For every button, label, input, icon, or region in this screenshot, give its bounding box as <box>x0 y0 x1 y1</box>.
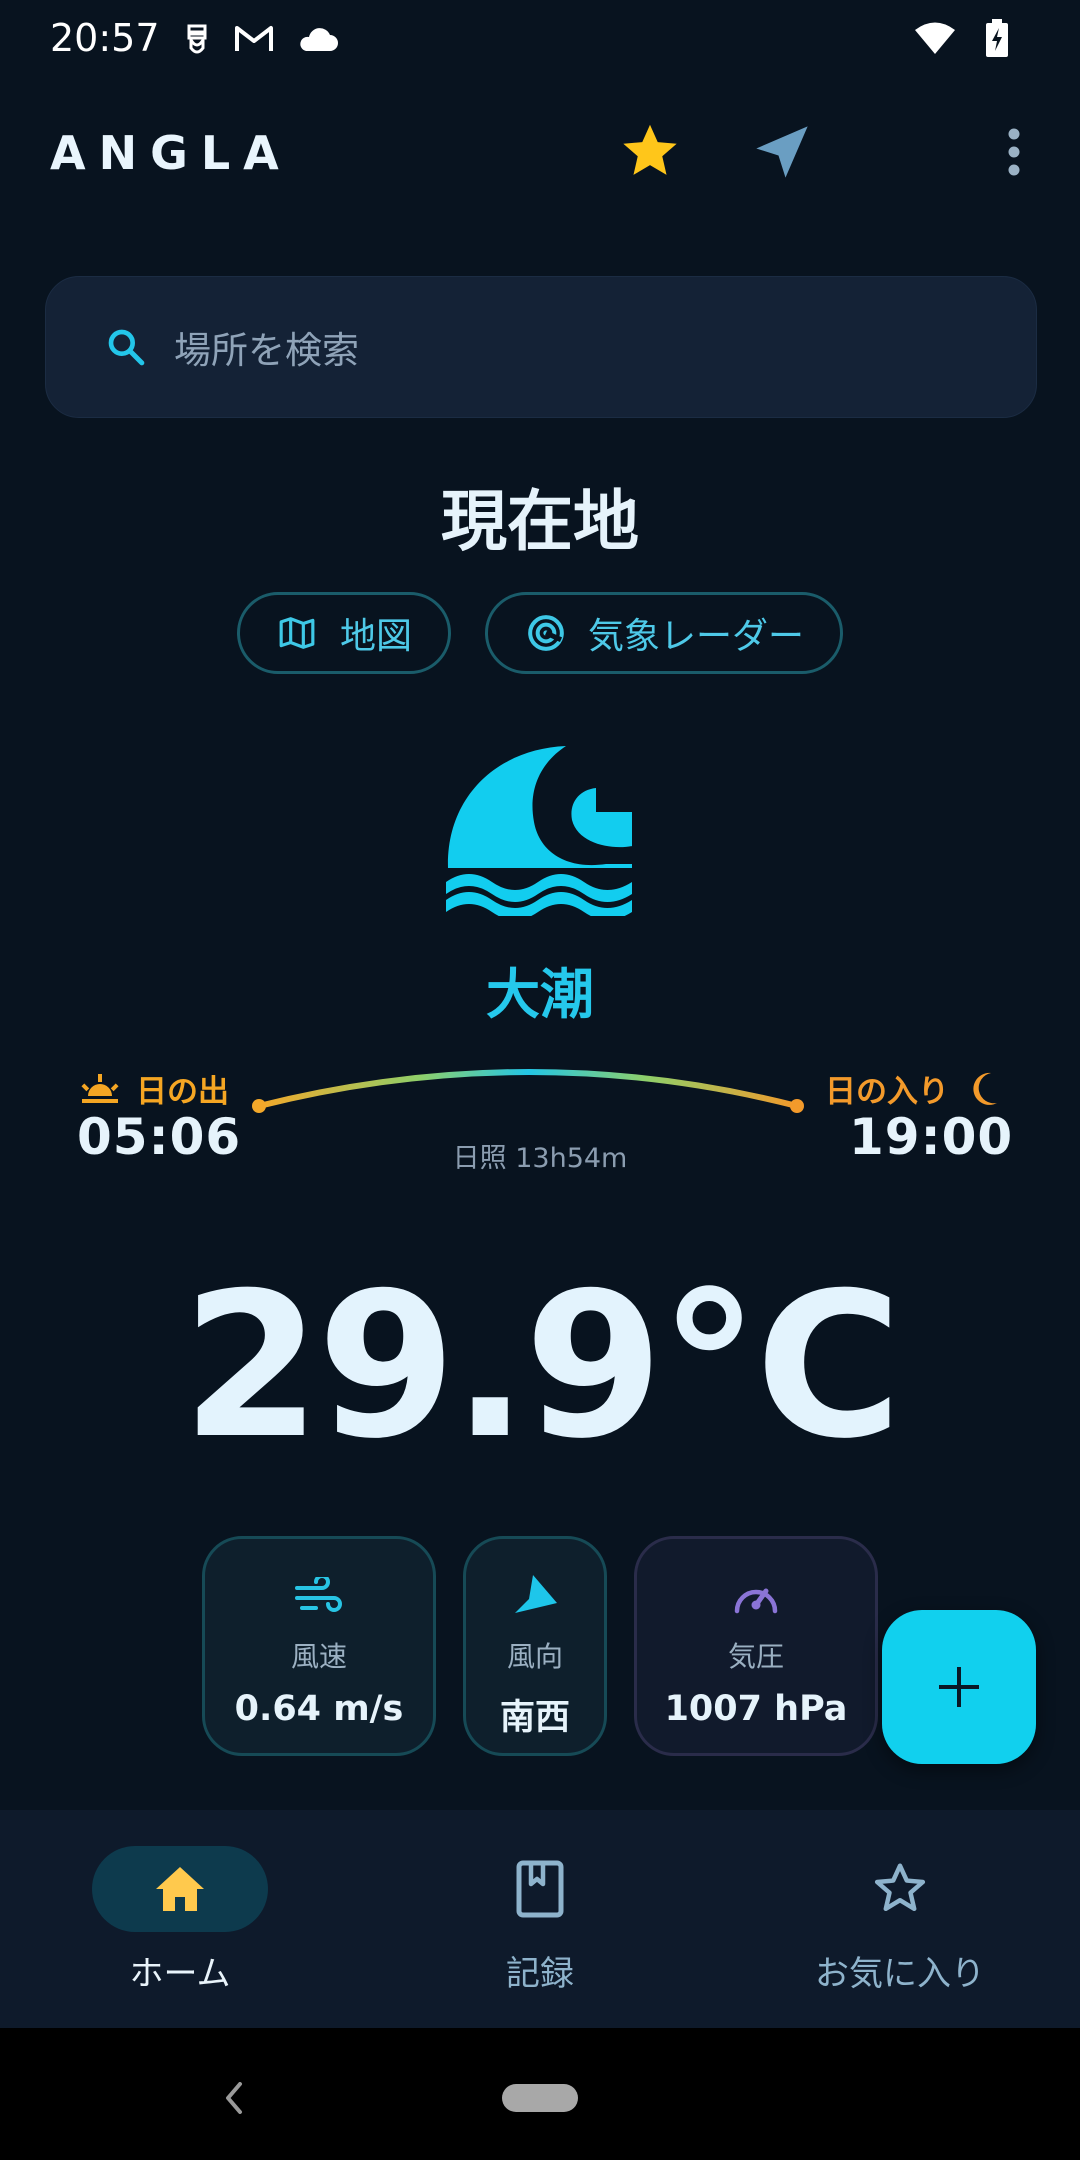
daylight-duration: 日照 13h54m <box>452 1143 628 1174</box>
search-icon <box>108 329 145 366</box>
favorite-button[interactable] <box>610 112 690 192</box>
moon-icon <box>973 1072 997 1105</box>
tide-name: 大潮 <box>486 963 594 1026</box>
nav-item-records[interactable]: 記録 <box>360 1810 720 2028</box>
bottom-navigation: ホーム 記録 お気に入り <box>0 1810 1080 2028</box>
status-time: 20:57 <box>50 16 160 60</box>
wind-icon <box>295 1577 342 1612</box>
notification-app-icon <box>187 24 207 54</box>
wind-direction-label: 風向 <box>506 1640 563 1673</box>
back-chevron-icon <box>226 2082 242 2114</box>
system-navigation-bar <box>0 2028 1080 2160</box>
nav-label-favorites: お気に入り <box>815 1954 985 1994</box>
sunset-header: 日の入り <box>825 1066 999 1111</box>
gauge-icon <box>734 1588 778 1614</box>
sunrise-marker <box>252 1099 266 1113</box>
map-chip[interactable]: 地図 <box>237 592 451 674</box>
sunrise-label: 日の出 <box>136 1074 229 1110</box>
nav-label-records: 記録 <box>506 1954 574 1994</box>
wind-direction-arrow-icon <box>515 1575 557 1613</box>
book-bookmark-icon <box>516 1860 564 1918</box>
wind-speed-value: 0.64 m/s <box>234 1689 404 1729</box>
radar-icon <box>528 615 564 651</box>
battery-charging-icon <box>986 19 1008 57</box>
sunset-marker <box>790 1099 804 1113</box>
tide-wave-moon-icon <box>446 746 632 916</box>
temperature-value: 29.9°C <box>181 1250 902 1483</box>
plus-icon <box>939 1667 979 1707</box>
cloud-icon <box>300 28 338 51</box>
weather-radar-chip[interactable]: 気象レーダー <box>485 592 843 674</box>
sunset-label: 日の入り <box>825 1074 949 1110</box>
nav-item-home[interactable]: ホーム <box>0 1810 360 2028</box>
wifi-icon <box>915 22 955 54</box>
pressure-label: 気圧 <box>727 1640 784 1673</box>
current-location-button[interactable] <box>742 112 822 192</box>
overflow-menu-button[interactable] <box>972 112 1056 192</box>
more-vert-icon <box>1008 128 1020 176</box>
gmail-icon <box>235 26 273 51</box>
location-title: 現在地 <box>441 483 639 560</box>
map-chip-label: 地図 <box>340 616 413 657</box>
wind-speed-label: 風速 <box>290 1640 347 1673</box>
system-back-button[interactable] <box>224 2082 244 2118</box>
map-icon <box>279 617 315 649</box>
add-fab-button[interactable] <box>882 1610 1036 1764</box>
home-icon <box>156 1867 204 1911</box>
search-bar[interactable]: 場所を検索 <box>45 276 1037 418</box>
search-placeholder: 場所を検索 <box>174 329 359 372</box>
weather-radar-chip-label: 気象レーダー <box>588 616 805 657</box>
system-home-handle[interactable] <box>502 2084 578 2112</box>
nav-home-active-indicator <box>92 1846 268 1932</box>
navigation-arrow-icon <box>756 126 808 178</box>
status-system-icons <box>914 18 1010 58</box>
sunrise-icon <box>81 1073 119 1103</box>
pressure-value: 1007 hPa <box>664 1689 848 1729</box>
nav-item-favorites[interactable]: お気に入り <box>720 1810 1080 2028</box>
wind-direction-card: 風向 南西 <box>463 1536 607 1756</box>
star-outline-icon <box>874 1863 926 1912</box>
status-notification-icons <box>182 22 338 56</box>
nav-records-indicator <box>452 1846 628 1932</box>
wind-speed-card: 風速 0.64 m/s <box>202 1536 436 1756</box>
app-title: ANGLA <box>50 126 292 180</box>
nav-label-home: ホーム <box>129 1954 231 1994</box>
nav-favorites-indicator <box>812 1846 988 1932</box>
wind-direction-value: 南西 <box>499 1698 570 1738</box>
pressure-card: 気圧 1007 hPa <box>634 1536 878 1756</box>
star-filled-icon <box>623 124 677 175</box>
sunrise-header: 日の出 <box>80 1066 229 1111</box>
